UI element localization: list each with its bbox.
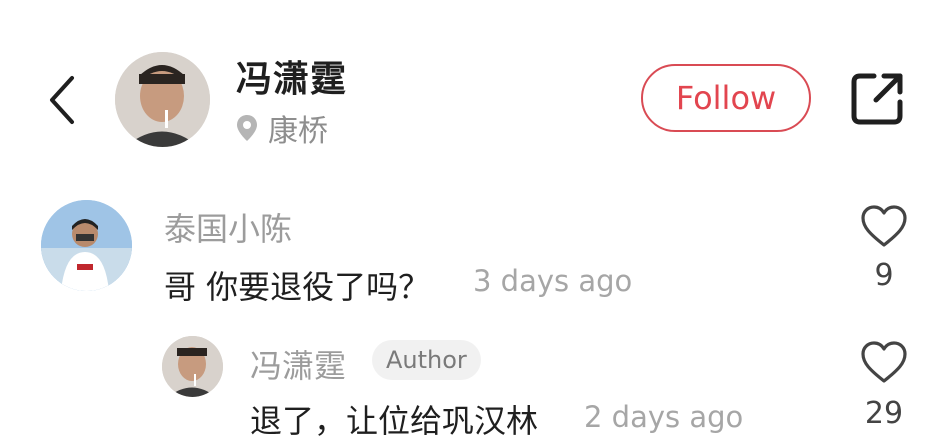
author-name[interactable]: 冯潇霆	[236, 50, 347, 102]
commenter-avatar[interactable]	[41, 200, 132, 291]
share-button[interactable]	[848, 70, 906, 128]
comment-username[interactable]: 泰国小陈	[164, 204, 292, 250]
like-button[interactable]	[860, 204, 908, 248]
author-avatar[interactable]	[115, 52, 210, 147]
heart-icon	[861, 341, 907, 383]
like-count: 9	[874, 258, 894, 293]
reply-username[interactable]: 冯潇霆	[250, 341, 346, 387]
comment-timestamp: 3 days ago	[473, 264, 633, 298]
location: 康桥	[236, 106, 328, 150]
reply-avatar[interactable]	[162, 336, 223, 397]
back-button[interactable]	[40, 70, 84, 130]
reply-timestamp: 2 days ago	[584, 400, 744, 434]
reply-like-button[interactable]	[860, 340, 908, 384]
chevron-left-icon	[50, 76, 74, 124]
location-label: 康桥	[268, 114, 328, 149]
author-avatar-image	[115, 52, 210, 147]
reply-text: 退了，让位给巩汉林	[250, 402, 539, 440]
location-pin-icon	[237, 115, 257, 141]
commenter-avatar-image	[41, 200, 132, 291]
heart-icon	[861, 205, 907, 247]
share-external-icon	[851, 73, 903, 125]
reply-like-count: 29	[864, 396, 904, 431]
comment-text: 哥 你要退役了吗？	[164, 268, 431, 306]
author-badge: Author	[372, 340, 481, 380]
follow-button[interactable]: Follow	[641, 64, 811, 132]
reply-avatar-image	[162, 336, 223, 397]
